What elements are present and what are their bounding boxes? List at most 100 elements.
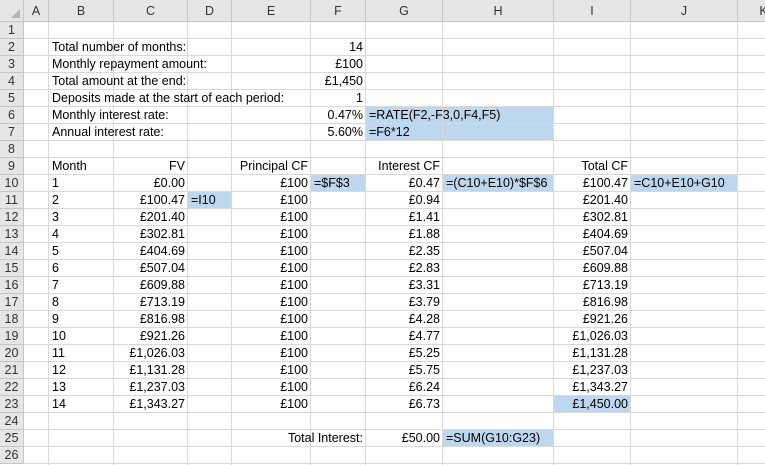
cell-J10[interactable]: =C10+E10+G10 (634, 175, 725, 192)
cell-E22[interactable]: £100 (280, 379, 308, 396)
cell-C21[interactable]: £1,131.28 (129, 362, 185, 379)
cell-C12[interactable]: £201.40 (140, 209, 185, 226)
cell-G17[interactable]: £3.79 (409, 294, 440, 311)
cell-B19[interactable]: 10 (52, 328, 66, 345)
row-header-15[interactable]: 15 (0, 260, 24, 277)
row-header-3[interactable]: 3 (0, 56, 24, 73)
cell-F4[interactable]: £1,450 (325, 73, 363, 90)
cell-G23[interactable]: £6.73 (409, 396, 440, 413)
cell-B13[interactable]: 4 (52, 226, 59, 243)
cell-E12[interactable]: £100 (280, 209, 308, 226)
column-header-E[interactable]: E (232, 0, 311, 22)
cell-G11[interactable]: £0.94 (409, 192, 440, 209)
column-header-F[interactable]: F (311, 0, 366, 22)
cell-B23[interactable]: 14 (52, 396, 66, 413)
cell-G19[interactable]: £4.77 (409, 328, 440, 345)
cell-I16[interactable]: £713.19 (583, 277, 628, 294)
row-header-22[interactable]: 22 (0, 379, 24, 396)
cell-I18[interactable]: £921.26 (583, 311, 628, 328)
cell-F10[interactable]: =$F$3 (314, 175, 350, 192)
row-header-4[interactable]: 4 (0, 73, 24, 90)
cell-G14[interactable]: £2.35 (409, 243, 440, 260)
spreadsheet-grid[interactable]: A B C D E F G H I J K 1 2 3 4 5 6 7 8 9 10 11 12 13 14 15 16 17 18 19… (0, 0, 765, 465)
row-header-5[interactable]: 5 (0, 90, 24, 107)
row-header-26[interactable]: 26 (0, 447, 24, 464)
row-header-8[interactable]: 8 (0, 141, 24, 158)
row-header-18[interactable]: 18 (0, 311, 24, 328)
cell-G21[interactable]: £5.75 (409, 362, 440, 379)
cell-E14[interactable]: £100 (280, 243, 308, 260)
row-header-25[interactable]: 25 (0, 430, 24, 447)
cell-I19[interactable]: £1,026.03 (572, 328, 628, 345)
cell-G6[interactable]: =RATE(F2,-F3,0,F4,F5) (369, 107, 500, 124)
column-header-B[interactable]: B (49, 0, 114, 22)
cell-C14[interactable]: £404.69 (140, 243, 185, 260)
row-header-19[interactable]: 19 (0, 328, 24, 345)
cell-I22[interactable]: £1,343.27 (572, 379, 628, 396)
select-all-corner[interactable] (0, 0, 24, 22)
cell-E15[interactable]: £100 (280, 260, 308, 277)
cell-G22[interactable]: £6.24 (409, 379, 440, 396)
row-header-11[interactable]: 11 (0, 192, 24, 209)
column-header-G[interactable]: G (366, 0, 443, 22)
row-header-24[interactable]: 24 (0, 413, 24, 430)
cell-B3[interactable]: Monthly repayment amount: (52, 56, 207, 73)
row-header-17[interactable]: 17 (0, 294, 24, 311)
cell-F6[interactable]: 0.47% (328, 107, 363, 124)
row-header-7[interactable]: 7 (0, 124, 24, 141)
cell-G15[interactable]: £2.83 (409, 260, 440, 277)
column-header-I[interactable]: I (554, 0, 631, 22)
cell-H25[interactable]: =SUM(G10:G23) (446, 430, 540, 447)
cell-E13[interactable]: £100 (280, 226, 308, 243)
cell-E11[interactable]: £100 (280, 192, 308, 209)
row-header-12[interactable]: 12 (0, 209, 24, 226)
column-header-H[interactable]: H (443, 0, 554, 22)
cell-E17[interactable]: £100 (280, 294, 308, 311)
row-header-2[interactable]: 2 (0, 39, 24, 56)
cell-B21[interactable]: 12 (52, 362, 66, 379)
row-header-1[interactable]: 1 (0, 22, 24, 39)
cell-G12[interactable]: £1.41 (409, 209, 440, 226)
cell-C15[interactable]: £507.04 (140, 260, 185, 277)
cell-I15[interactable]: £609.88 (583, 260, 628, 277)
cell-I21[interactable]: £1,237.03 (572, 362, 628, 379)
cell-C22[interactable]: £1,237.03 (129, 379, 185, 396)
cell-E9[interactable]: Principal CF (240, 158, 308, 175)
cell-C16[interactable]: £609.88 (140, 277, 185, 294)
column-header-K[interactable]: K (738, 0, 765, 22)
column-header-A[interactable]: A (24, 0, 49, 22)
cell-H10[interactable]: =(C10+E10)*$F$6 (446, 175, 547, 192)
cell-D11[interactable]: =I10 (191, 192, 216, 209)
cell-E10[interactable]: £100 (280, 175, 308, 192)
cell-C18[interactable]: £816.98 (140, 311, 185, 328)
cell-B20[interactable]: 11 (52, 345, 65, 362)
cell-B18[interactable]: 9 (52, 311, 59, 328)
cell-E16[interactable]: £100 (280, 277, 308, 294)
cell-B5[interactable]: Deposits made at the start of each perio… (52, 90, 284, 107)
cell-C10[interactable]: £0.00 (154, 175, 185, 192)
cell-B14[interactable]: 5 (52, 243, 59, 260)
cell-C19[interactable]: £921.26 (140, 328, 185, 345)
cell-G13[interactable]: £1.88 (409, 226, 440, 243)
cell-G18[interactable]: £4.28 (409, 311, 440, 328)
cell-B7[interactable]: Annual interest rate: (52, 124, 164, 141)
cell-I17[interactable]: £816.98 (583, 294, 628, 311)
row-header-21[interactable]: 21 (0, 362, 24, 379)
cell-B4[interactable]: Total amount at the end: (52, 73, 186, 90)
cell-C9[interactable]: FV (169, 158, 185, 175)
cell-C11[interactable]: £100.47 (140, 192, 185, 209)
row-header-6[interactable]: 6 (0, 107, 24, 124)
cell-B11[interactable]: 2 (52, 192, 59, 209)
cell-I11[interactable]: £201.40 (583, 192, 628, 209)
cell-B12[interactable]: 3 (52, 209, 59, 226)
column-header-J[interactable]: J (631, 0, 738, 22)
cell-G20[interactable]: £5.25 (409, 345, 440, 362)
cell-F5[interactable]: 1 (356, 90, 363, 107)
cell-B22[interactable]: 13 (52, 379, 66, 396)
cell-B6[interactable]: Monthly interest rate: (52, 107, 169, 124)
cell-G9[interactable]: Interest CF (378, 158, 440, 175)
cell-E19[interactable]: £100 (280, 328, 308, 345)
cell-E20[interactable]: £100 (280, 345, 308, 362)
row-header-10[interactable]: 10 (0, 175, 24, 192)
cell-I23[interactable]: £1,450.00 (572, 396, 628, 413)
